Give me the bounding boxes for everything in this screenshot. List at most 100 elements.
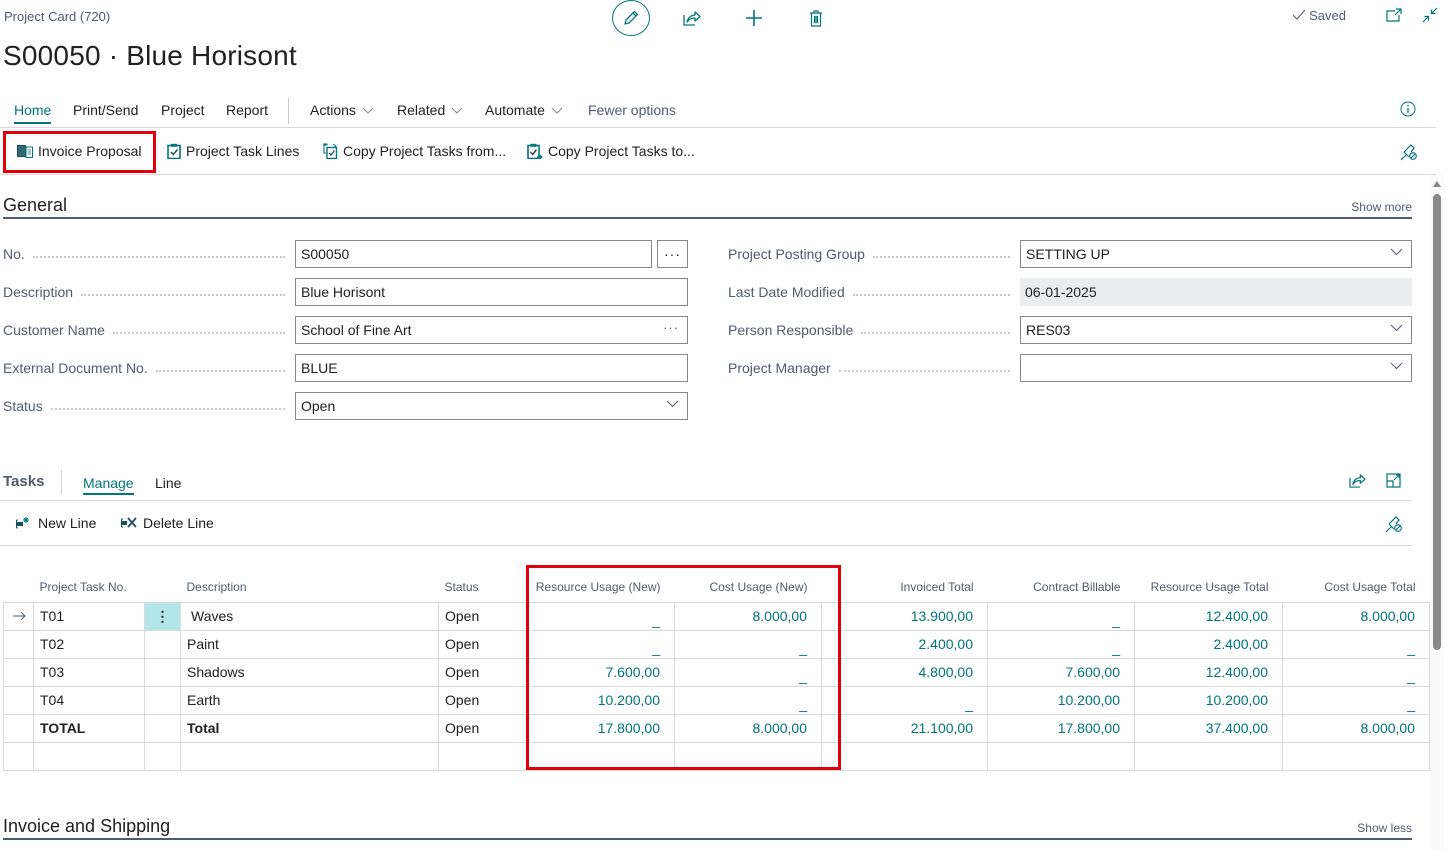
column-header-task-no[interactable]: Project Task No. xyxy=(34,572,145,602)
description-cell[interactable]: Earth xyxy=(180,685,439,715)
contract-billable-cell[interactable]: 17.800,00 xyxy=(987,713,1135,743)
nav-menu-actions[interactable]: Actions xyxy=(310,102,374,118)
expand-icon[interactable] xyxy=(1386,473,1401,488)
status-cell[interactable]: Open xyxy=(438,601,527,631)
resource-usage-new-cell[interactable]: 17.800,00 xyxy=(526,713,675,743)
cost-usage-total-cell[interactable]: 8.000,00 xyxy=(1282,601,1430,631)
lookup-ellipsis-icon[interactable]: ··· xyxy=(663,320,679,335)
row-actions-cell[interactable]: ⋮ xyxy=(144,601,181,631)
nav-menu-automate[interactable]: Automate xyxy=(485,102,563,118)
table-row[interactable]: T02 Paint Open _ _ 2.400,00 _ 2.400,00 _ xyxy=(3,629,1430,659)
status-cell[interactable]: Open xyxy=(438,685,527,715)
column-header-description[interactable]: Description xyxy=(181,572,439,602)
more-options-icon[interactable]: ⋮ xyxy=(156,608,170,624)
nav-menu-related[interactable]: Related xyxy=(397,102,463,118)
status-cell[interactable]: Open xyxy=(438,629,527,659)
description-cell[interactable]: Total xyxy=(180,713,439,743)
status-select[interactable]: Open xyxy=(295,392,688,420)
table-row[interactable] xyxy=(3,741,1430,771)
row-indicator[interactable] xyxy=(3,685,34,715)
invoiced-total-cell[interactable]: 13.900,00 xyxy=(839,601,988,631)
copy-project-tasks-from-button[interactable]: Copy Project Tasks from... xyxy=(322,143,506,159)
resource-usage-total-cell[interactable]: 37.400,00 xyxy=(1134,713,1283,743)
description-cell[interactable] xyxy=(180,741,439,771)
table-row[interactable]: T04 Earth Open 10.200,00 _ _ 10.200,00 10.200,0… xyxy=(3,685,1430,715)
delete-button[interactable] xyxy=(804,6,828,30)
status-cell[interactable] xyxy=(438,741,527,771)
column-header-contract-billable[interactable]: Contract Billable xyxy=(988,572,1135,602)
cost-usage-total-cell[interactable]: _ xyxy=(1282,657,1430,687)
scrollbar-thumb[interactable] xyxy=(1433,194,1441,650)
row-indicator[interactable] xyxy=(3,713,34,743)
fewer-options-button[interactable]: Fewer options xyxy=(588,102,676,118)
contract-billable-cell[interactable]: 7.600,00 xyxy=(987,657,1135,687)
nav-tab-home[interactable]: Home xyxy=(14,102,52,124)
table-row[interactable]: TOTAL Total Open 17.800,00 8.000,00 21.100,00… xyxy=(3,713,1430,743)
row-indicator[interactable] xyxy=(3,629,34,659)
resource-usage-total-cell[interactable]: 12.400,00 xyxy=(1134,601,1283,631)
invoiced-total-cell[interactable] xyxy=(839,741,988,771)
row-indicator[interactable] xyxy=(3,601,34,631)
copy-project-tasks-to-button[interactable]: Copy Project Tasks to... xyxy=(527,143,695,159)
column-header-resource-usage-new[interactable]: Resource Usage (New) xyxy=(527,572,675,602)
nav-tab-print-send[interactable]: Print/Send xyxy=(73,102,138,118)
resource-usage-total-cell[interactable] xyxy=(1134,741,1283,771)
resource-usage-total-cell[interactable]: 2.400,00 xyxy=(1134,629,1283,659)
cost-usage-new-cell[interactable]: _ xyxy=(674,685,822,715)
row-actions-cell[interactable] xyxy=(144,657,181,687)
task-no-cell[interactable] xyxy=(33,741,145,771)
project-posting-group-select[interactable]: SETTING UP xyxy=(1020,240,1412,268)
contract-billable-cell[interactable]: _ xyxy=(987,601,1135,631)
cost-usage-new-cell[interactable] xyxy=(674,741,822,771)
table-row[interactable]: T03 Shadows Open 7.600,00 _ 4.800,00 7.600,00 1… xyxy=(3,657,1430,687)
tab-manage[interactable]: Manage xyxy=(83,475,134,495)
no-assist-button[interactable]: ··· xyxy=(657,240,688,268)
share-button[interactable] xyxy=(680,6,704,30)
resource-usage-new-cell[interactable]: _ xyxy=(526,601,675,631)
show-more-link[interactable]: Show more xyxy=(1351,200,1412,214)
row-indicator[interactable] xyxy=(3,657,34,687)
show-less-link[interactable]: Show less xyxy=(1357,821,1412,835)
resource-usage-new-cell[interactable]: 7.600,00 xyxy=(526,657,675,687)
invoiced-total-cell[interactable]: 4.800,00 xyxy=(839,657,988,687)
cost-usage-total-cell[interactable]: _ xyxy=(1282,685,1430,715)
column-header-resource-usage-total[interactable]: Resource Usage Total xyxy=(1135,572,1283,602)
row-actions-cell[interactable] xyxy=(144,713,181,743)
resource-usage-new-cell[interactable]: 10.200,00 xyxy=(526,685,675,715)
row-indicator[interactable] xyxy=(3,741,34,771)
table-row[interactable]: T01 ⋮ Waves Open _ 8.000,00 13.900,00 _ 12.400,0… xyxy=(3,601,1430,631)
cost-usage-new-cell[interactable]: 8.000,00 xyxy=(674,713,822,743)
collapse-icon[interactable] xyxy=(1422,7,1438,23)
tab-line[interactable]: Line xyxy=(155,475,181,491)
cost-usage-new-cell[interactable]: _ xyxy=(674,657,822,687)
project-task-lines-button[interactable]: Project Task Lines xyxy=(167,143,299,159)
no-field[interactable]: S00050 xyxy=(295,240,652,268)
nav-tab-report[interactable]: Report xyxy=(226,102,268,118)
task-no-cell[interactable]: T02 xyxy=(33,629,145,659)
column-header-cost-usage-total[interactable]: Cost Usage Total xyxy=(1283,572,1430,602)
description-field[interactable]: Blue Horisont xyxy=(295,278,688,306)
contract-billable-cell[interactable]: _ xyxy=(987,629,1135,659)
status-cell[interactable]: Open xyxy=(438,657,527,687)
resource-usage-total-cell[interactable]: 10.200,00 xyxy=(1134,685,1283,715)
resource-usage-total-cell[interactable]: 12.400,00 xyxy=(1134,657,1283,687)
cost-usage-total-cell[interactable] xyxy=(1282,741,1430,771)
row-actions-cell[interactable] xyxy=(144,741,181,771)
unpin-icon[interactable] xyxy=(1400,143,1418,161)
invoice-proposal-button[interactable]: Invoice Proposal xyxy=(17,143,142,159)
info-icon[interactable] xyxy=(1400,101,1416,117)
description-cell[interactable]: Shadows xyxy=(180,657,439,687)
row-actions-cell[interactable] xyxy=(144,629,181,659)
task-no-cell[interactable]: T01 xyxy=(33,601,145,631)
cost-usage-total-cell[interactable]: 8.000,00 xyxy=(1282,713,1430,743)
column-header-cost-usage-new[interactable]: Cost Usage (New) xyxy=(675,572,822,602)
column-header-status[interactable]: Status xyxy=(439,572,527,602)
person-responsible-select[interactable]: RES03 xyxy=(1020,316,1412,344)
delete-line-button[interactable]: Delete Line xyxy=(121,515,214,531)
task-no-cell[interactable]: T04 xyxy=(33,685,145,715)
task-no-cell[interactable]: TOTAL xyxy=(33,713,145,743)
new-button[interactable] xyxy=(742,6,766,30)
resource-usage-new-cell[interactable] xyxy=(526,741,675,771)
column-header-invoiced-total[interactable]: Invoiced Total xyxy=(840,572,988,602)
cost-usage-new-cell[interactable]: _ xyxy=(674,629,822,659)
